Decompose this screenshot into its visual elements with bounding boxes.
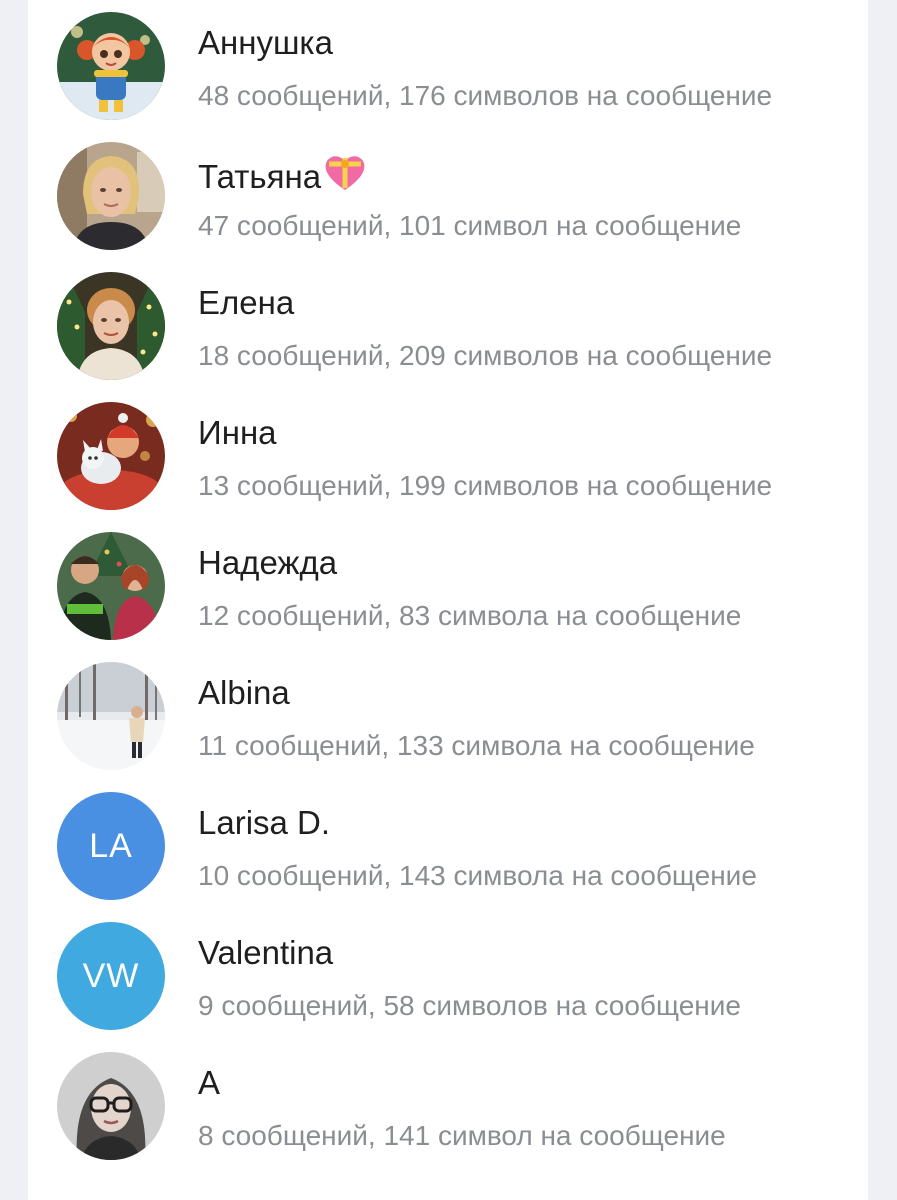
member-stats: 9 сообщений, 58 символов на сообщение — [198, 990, 741, 1021]
member-row-albina[interactable]: Albina 11 сообщений, 133 символа на сооб… — [28, 650, 868, 780]
member-name: Надежда — [198, 544, 338, 581]
member-row-valentina[interactable]: VW Valentina 9 сообщений, 58 символов на… — [28, 910, 868, 1040]
member-name: Albina — [198, 674, 290, 711]
member-row-elena[interactable]: Елена 18 сообщений, 209 символов на сооб… — [28, 260, 868, 390]
winter-forest-avatar — [57, 662, 165, 770]
initials-avatar: LA — [57, 792, 165, 900]
initials-avatar: VW — [57, 922, 165, 1030]
members-list-panel: Аннушка 48 сообщений, 176 символов на со… — [28, 0, 868, 1200]
heart-gift-emoji-icon — [323, 154, 367, 200]
member-stats: 18 сообщений, 209 символов на сообщение — [198, 340, 773, 371]
member-row-inna[interactable]: Инна 13 сообщений, 199 символов на сообщ… — [28, 390, 868, 520]
member-name: Аннушка — [198, 24, 333, 61]
member-stats: 11 сообщений, 133 символа на сообщение — [198, 730, 755, 761]
woman-glasses-avatar — [57, 1052, 165, 1160]
member-name: Valentina — [198, 934, 334, 971]
woman-portrait-avatar — [57, 142, 165, 250]
member-stats: 13 сообщений, 199 символов на сообщение — [198, 470, 773, 501]
member-stats: 8 сообщений, 141 символ на сообщение — [198, 1120, 726, 1151]
couple-photo-avatar — [57, 532, 165, 640]
member-stats: 12 сообщений, 83 символа на сообщение — [198, 600, 742, 631]
member-name: A — [198, 1064, 221, 1101]
member-row-tatyana[interactable]: Татьяна 47 сообщений, 101 символ на сооб… — [28, 130, 868, 260]
member-stats: 47 сообщений, 101 символ на сообщение — [198, 210, 742, 241]
member-row-larisa[interactable]: LA Larisa D. 10 сообщений, 143 символа н… — [28, 780, 868, 910]
member-row-a[interactable]: A 8 сообщений, 141 символ на сообщение — [28, 1040, 868, 1170]
woman-christmas-avatar — [57, 272, 165, 380]
member-stats: 48 сообщений, 176 символов на сообщение — [198, 80, 773, 111]
member-name: Татьяна — [198, 154, 367, 200]
member-stats: 10 сообщений, 143 символа на сообщение — [198, 860, 757, 891]
cartoon-girl-avatar — [57, 12, 165, 120]
knitted-toys-avatar — [57, 402, 165, 510]
member-name: Инна — [198, 414, 277, 451]
member-name: Елена — [198, 284, 295, 321]
member-row-nadezhda[interactable]: Надежда 12 сообщений, 83 символа на сооб… — [28, 520, 868, 650]
member-name: Larisa D. — [198, 804, 331, 841]
member-row-annushka[interactable]: Аннушка 48 сообщений, 176 символов на со… — [28, 0, 868, 130]
